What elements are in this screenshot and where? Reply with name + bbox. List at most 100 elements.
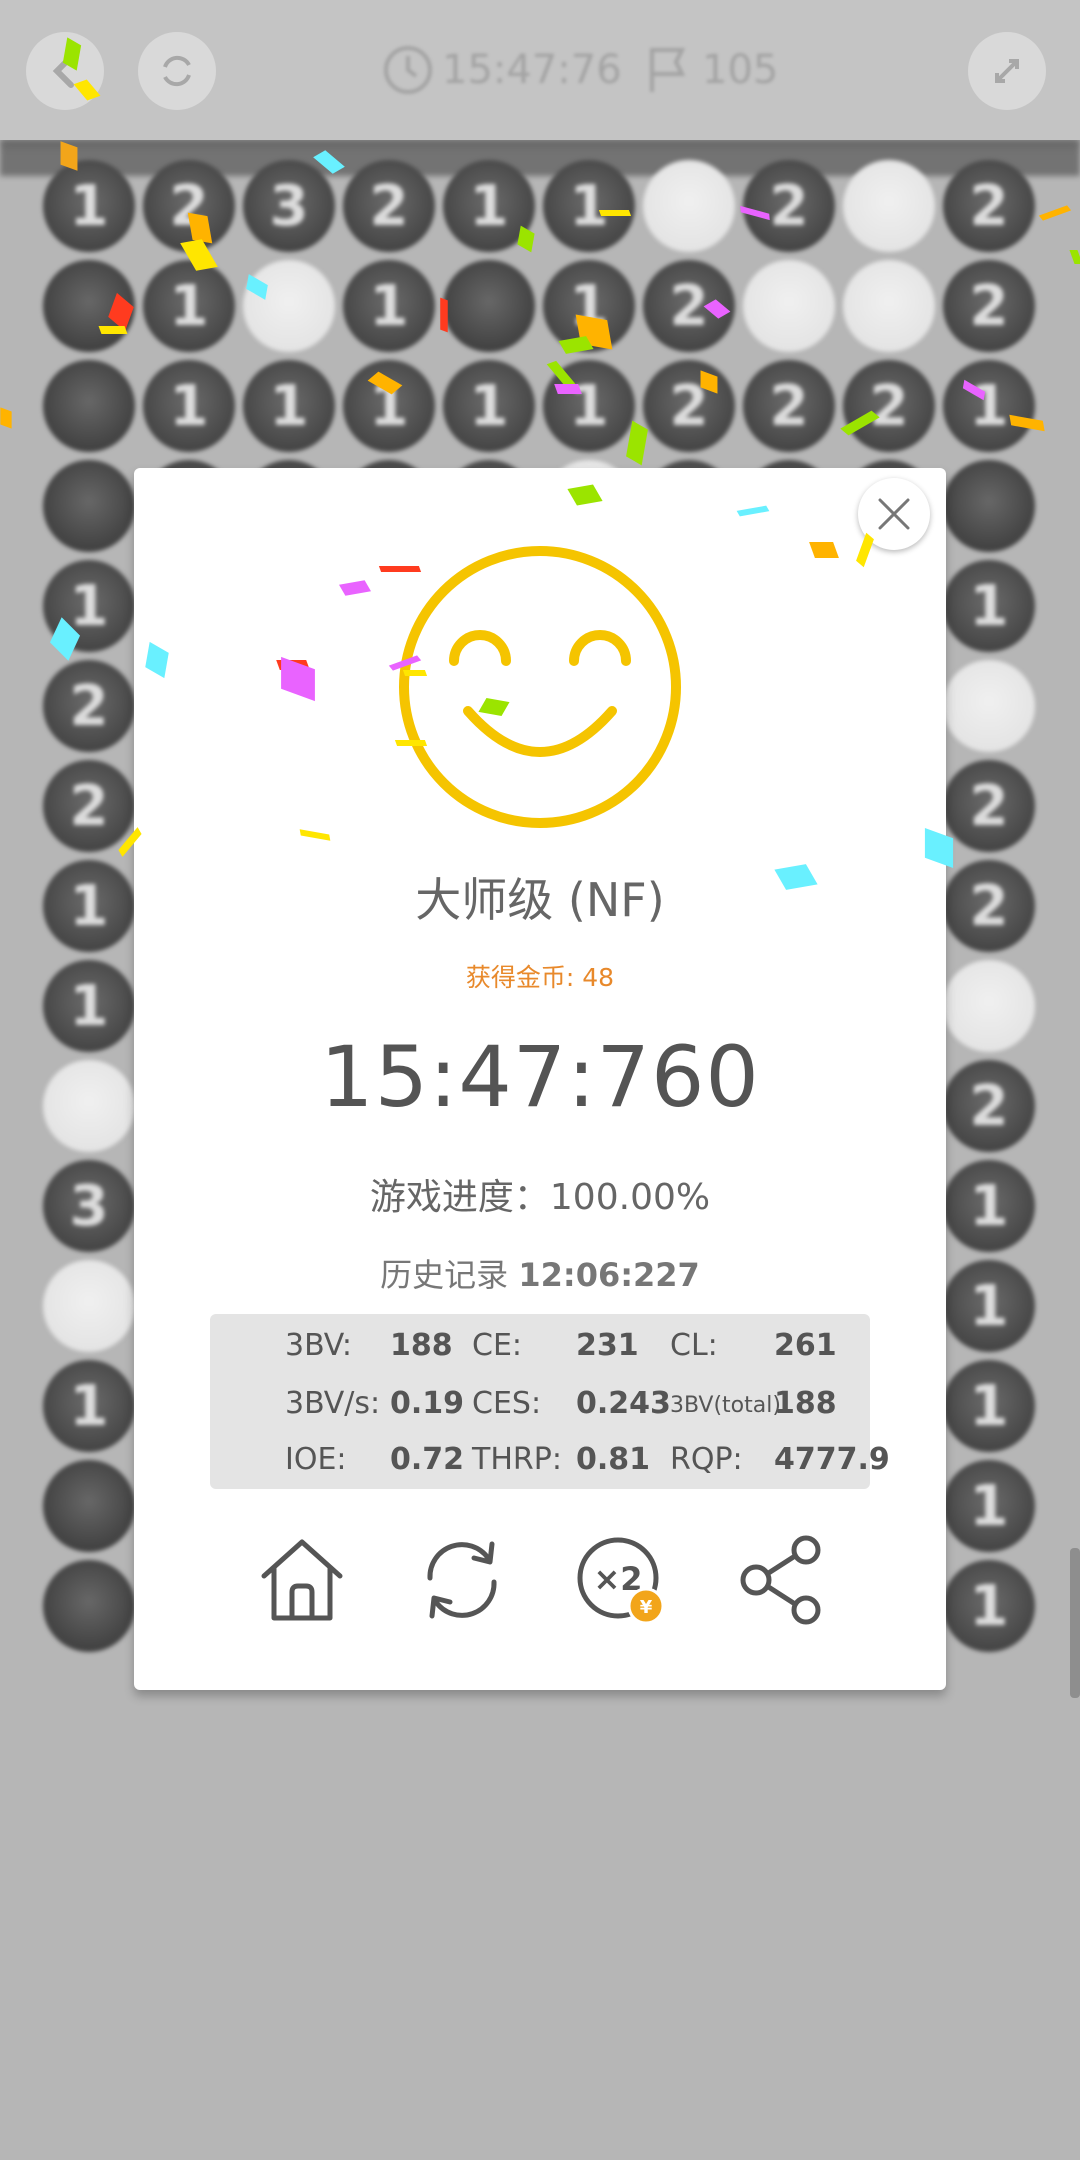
home-icon (261, 1539, 343, 1621)
board-cell[interactable]: 2 (943, 860, 1035, 952)
stat-ce-label: CE: (472, 1328, 523, 1363)
back-button[interactable] (26, 32, 104, 110)
board-cell[interactable] (43, 1060, 135, 1152)
board-cell[interactable]: 1 (943, 1260, 1035, 1352)
stat-ce-value: 231 (576, 1328, 639, 1363)
board-cell[interactable] (743, 260, 835, 352)
coin-badge-text: ¥ (640, 1597, 653, 1618)
board-cell[interactable]: 1 (943, 1460, 1035, 1552)
board-cell[interactable]: 2 (743, 360, 835, 452)
board-cell[interactable] (643, 160, 735, 252)
board-cell[interactable]: 1 (143, 260, 235, 352)
board-cell[interactable]: 2 (743, 160, 835, 252)
share-button[interactable] (734, 1532, 830, 1628)
flag-count-text: 105 (702, 47, 779, 93)
board-cell[interactable]: 1 (943, 1160, 1035, 1252)
stat-cl-label: CL: (670, 1328, 718, 1363)
close-icon (878, 498, 910, 530)
stat-3bvs-value: 0.19 (390, 1386, 465, 1421)
board-cell[interactable] (43, 460, 135, 552)
stat-thrp-label: THRP: (472, 1442, 562, 1477)
back-arrow-icon (52, 54, 74, 88)
board-cell[interactable]: 3 (43, 1160, 135, 1252)
board-cell[interactable] (43, 360, 135, 452)
board-cell[interactable]: 1 (43, 560, 135, 652)
board-cell[interactable]: 1 (243, 360, 335, 452)
board-cell[interactable]: 1 (543, 260, 635, 352)
board-cell[interactable] (843, 160, 935, 252)
board-cell[interactable]: 3 (243, 160, 335, 252)
restart-game-button[interactable] (138, 32, 216, 110)
board-cell[interactable] (243, 260, 335, 352)
replay-button[interactable] (414, 1532, 510, 1628)
board-cell[interactable]: 2 (843, 360, 935, 452)
board-cell[interactable]: 2 (43, 760, 135, 852)
stat-3bv-total-value: 188 (774, 1386, 837, 1421)
record-value: 12:06:227 (518, 1256, 700, 1294)
close-button[interactable] (858, 478, 930, 550)
board-scrollbar[interactable] (1070, 1548, 1080, 1698)
stat-ces-label: CES: (472, 1386, 542, 1421)
game-progress: 游戏进度：100.00% (369, 1177, 711, 1218)
board-cell[interactable] (943, 660, 1035, 752)
board-cell[interactable]: 1 (43, 860, 135, 952)
stat-rqp-value: 4777.9 (774, 1442, 890, 1477)
board-cell[interactable] (43, 1260, 135, 1352)
stat-ioe-value: 0.72 (390, 1442, 465, 1477)
board-cell[interactable]: 2 (943, 1060, 1035, 1152)
board-cell[interactable]: 2 (643, 260, 735, 352)
board-cell[interactable]: 1 (343, 260, 435, 352)
result-dialog: 大师级 (NF) 获得金币: 48 15:47:760 游戏进度：100.00%… (134, 468, 946, 1690)
stat-ces-value: 0.243 (576, 1386, 671, 1421)
clock-icon (384, 46, 432, 94)
stat-ioe-label: IOE: (285, 1442, 347, 1477)
board-cell[interactable]: 1 (443, 360, 535, 452)
stat-3bv-value: 188 (390, 1328, 453, 1363)
stat-3bv-label: 3BV: (285, 1328, 352, 1363)
double-coins-icon: ×2 ¥ (577, 1537, 665, 1625)
board-cell[interactable] (943, 460, 1035, 552)
board-cell[interactable]: 2 (943, 160, 1035, 252)
board-cell[interactable] (843, 260, 935, 352)
board-cell[interactable]: 1 (43, 160, 135, 252)
board-cell[interactable]: 2 (943, 260, 1035, 352)
double-coins-button[interactable]: ×2 ¥ (574, 1532, 670, 1628)
board-cell[interactable] (43, 260, 135, 352)
restart-icon (163, 55, 191, 87)
board-cell[interactable]: 1 (943, 1360, 1035, 1452)
best-record: 历史记录 12:06:227 (134, 1250, 946, 1296)
stat-3bvs-label: 3BV/s: (285, 1386, 381, 1421)
board-cell[interactable]: 1 (143, 360, 235, 452)
stats-panel: 3BV: 188 CE: 231 CL: 261 3BV/s: 0.19 CES… (210, 1314, 890, 1489)
stat-3bv-total-label: 3BV(total): (670, 1393, 789, 1418)
board-cell[interactable] (443, 260, 535, 352)
record-label: 历史记录 (380, 1256, 509, 1294)
expand-icon (995, 59, 1019, 83)
board-cell[interactable]: 1 (43, 960, 135, 1052)
board-cell[interactable]: 1 (943, 360, 1035, 452)
board-cell[interactable]: 2 (143, 160, 235, 252)
final-time: 15:47:760 (320, 1028, 760, 1126)
board-cell[interactable]: 1 (943, 1560, 1035, 1652)
top-bar: 15:47:76 105 (0, 0, 1080, 140)
board-cell[interactable]: 2 (643, 360, 735, 452)
board-cell[interactable]: 1 (543, 160, 635, 252)
board-cell[interactable]: 2 (343, 160, 435, 252)
board-cell[interactable]: 1 (443, 160, 535, 252)
share-icon (740, 1535, 821, 1625)
action-bar: ×2 ¥ (134, 1532, 946, 1642)
board-cell[interactable]: 1 (43, 1360, 135, 1452)
board-cell[interactable]: 2 (43, 660, 135, 752)
board-cell[interactable] (43, 1460, 135, 1552)
timer-display: 15:47:76 (380, 40, 622, 100)
board-cell[interactable]: 1 (343, 360, 435, 452)
board-cell[interactable] (43, 1560, 135, 1652)
stat-rqp-label: RQP: (670, 1442, 743, 1477)
restart-icon (427, 1541, 497, 1619)
board-cell[interactable]: 2 (943, 760, 1035, 852)
board-cell[interactable]: 1 (543, 360, 635, 452)
home-button[interactable] (254, 1532, 350, 1628)
board-cell[interactable] (943, 960, 1035, 1052)
board-cell[interactable]: 1 (943, 560, 1035, 652)
fullscreen-button[interactable] (968, 32, 1046, 110)
